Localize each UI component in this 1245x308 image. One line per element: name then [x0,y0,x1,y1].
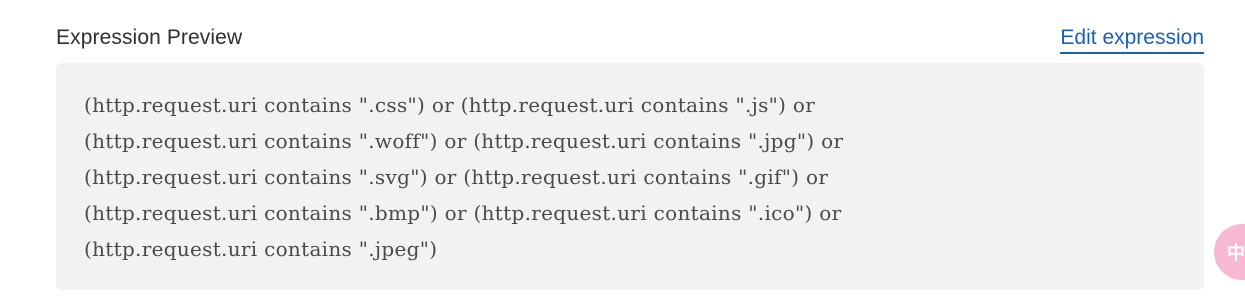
section-title: Expression Preview [56,26,243,49]
translate-glyph: 中 [1227,243,1245,264]
expression-lines: (http.request.uri contains ".css") or (h… [84,87,1176,267]
expression-line: (http.request.uri contains ".bmp") or (h… [84,201,842,225]
expression-line: (http.request.uri contains ".woff") or (… [84,129,844,153]
expression-preview-panel: Expression Preview Edit expression (http… [0,0,1245,308]
edit-expression-link[interactable]: Edit expression [1060,24,1204,54]
expression-preview-box: (http.request.uri contains ".css") or (h… [56,63,1204,290]
expression-line: (http.request.uri contains ".css") or (h… [84,93,816,117]
expression-line: (http.request.uri contains ".svg") or (h… [84,165,829,189]
expression-line: (http.request.uri contains ".jpeg") [84,237,438,261]
translate-icon[interactable]: 中 [1214,224,1245,280]
